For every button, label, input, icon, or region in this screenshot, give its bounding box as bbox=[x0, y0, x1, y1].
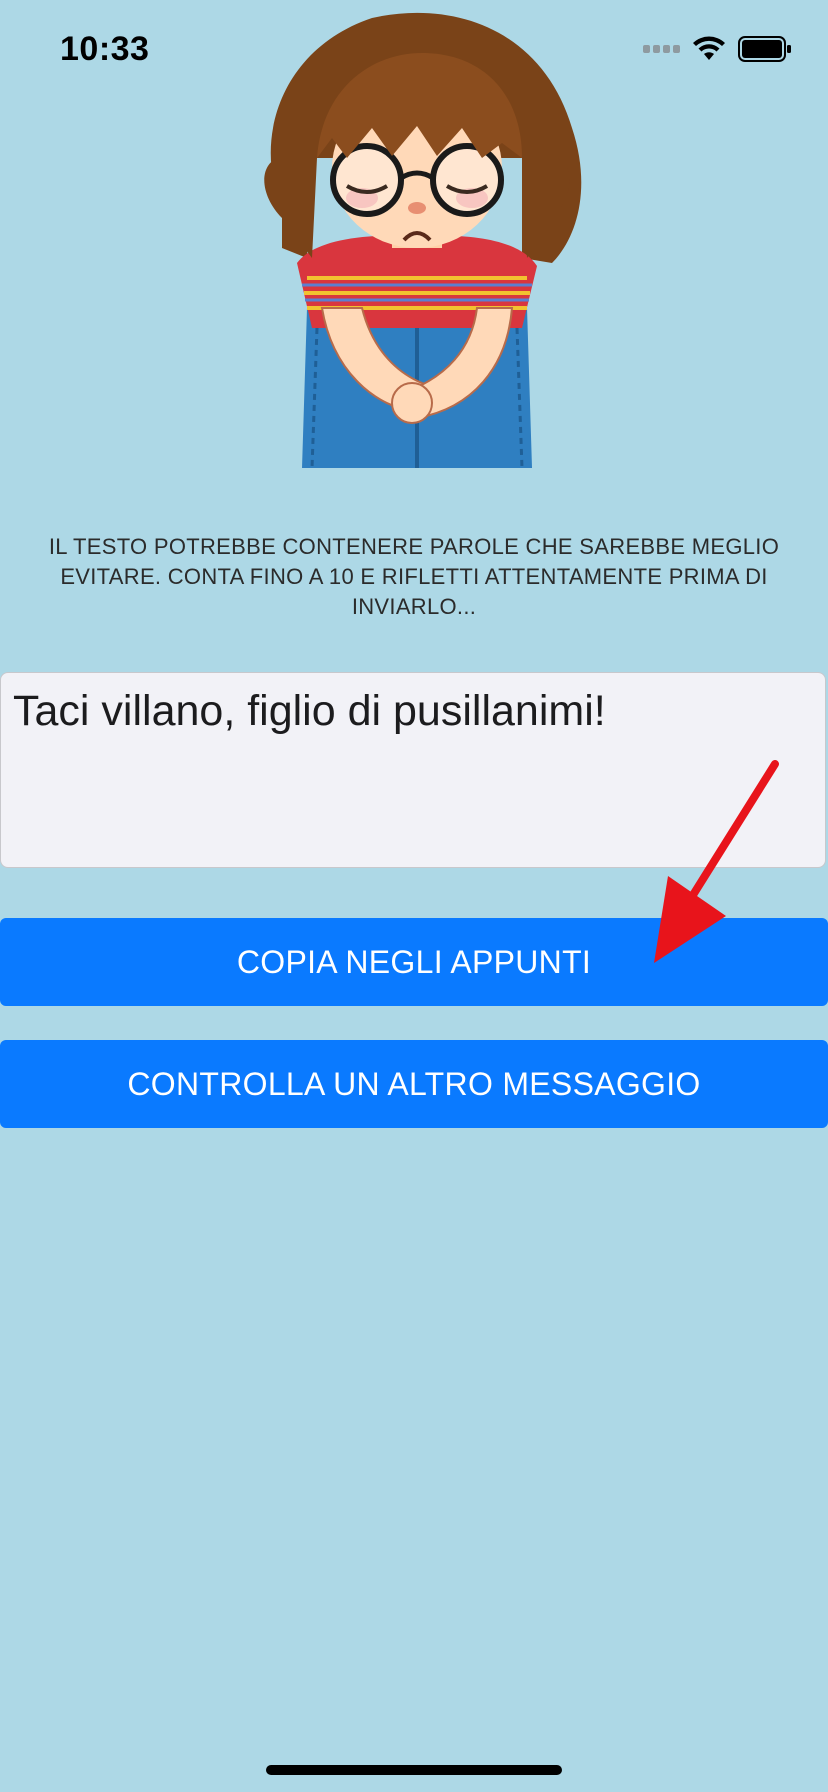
home-indicator bbox=[266, 1765, 562, 1775]
cellular-signal-icon bbox=[643, 45, 680, 53]
girl-sticker-illustration bbox=[264, 12, 582, 468]
battery-icon bbox=[738, 36, 791, 62]
wifi-icon bbox=[693, 36, 725, 60]
warning-text: IL TESTO POTREBBE CONTENERE PAROLE CHE S… bbox=[48, 534, 780, 619]
red-arrow-icon bbox=[654, 760, 779, 963]
status-icons bbox=[643, 36, 792, 62]
status-time: 10:33 bbox=[60, 30, 150, 68]
check-another-message-button[interactable]: CONTROLLA UN ALTRO MESSAGGIO bbox=[0, 1040, 828, 1128]
